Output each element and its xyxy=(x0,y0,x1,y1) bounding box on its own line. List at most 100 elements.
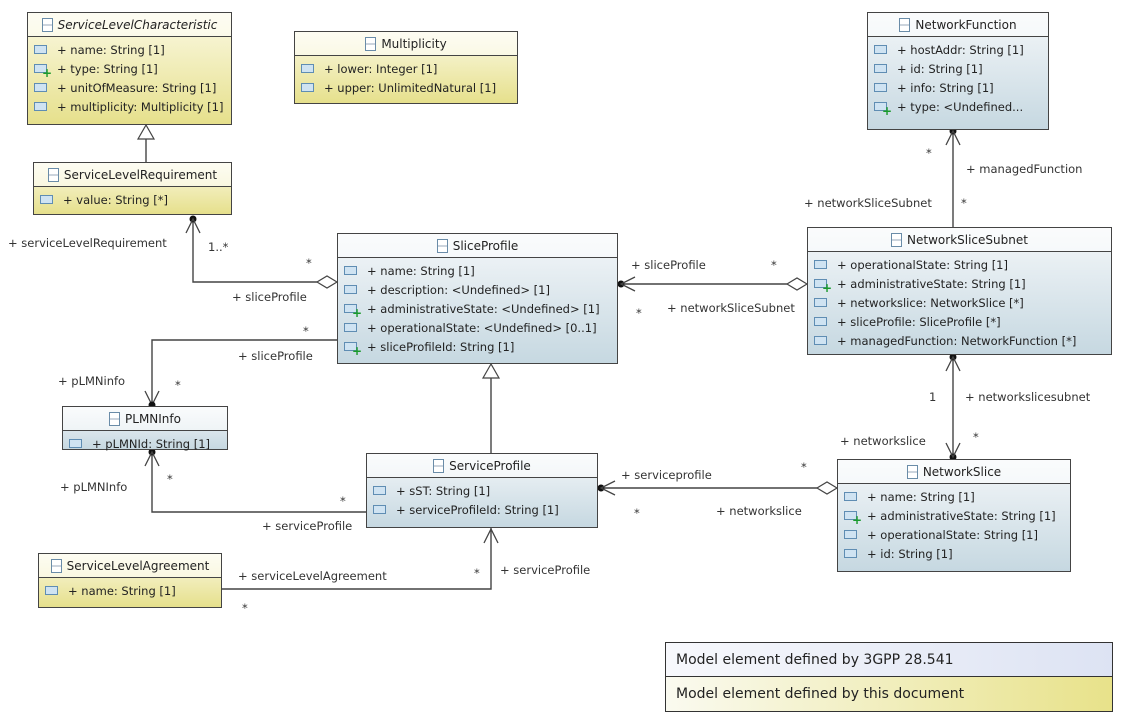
class-header: ServiceProfile xyxy=(367,454,597,478)
attribute-plus-icon xyxy=(344,342,362,357)
attribute[interactable]: + operationalState: String [1] xyxy=(844,525,1070,544)
class-slice-profile[interactable]: SliceProfile + name: String [1] + descript… xyxy=(337,233,618,364)
attribute[interactable]: + operationalState: <Undefined> [0..1] xyxy=(344,318,617,337)
class-name: ServiceLevelRequirement xyxy=(63,167,218,182)
class-name: ServiceLevelAgreement xyxy=(66,558,210,573)
class-icon xyxy=(906,464,918,479)
legend: Model element defined by 3GPP 28.541 Mod… xyxy=(665,642,1113,712)
attribute[interactable]: + pLMNId: String [1] xyxy=(69,434,227,453)
attribute[interactable]: + administrativeState: String [1] xyxy=(844,506,1070,526)
attribute[interactable]: + serviceProfileId: String [1] xyxy=(373,500,597,519)
attribute[interactable]: + networkslice: NetworkSlice [*] xyxy=(814,293,1111,312)
attribute[interactable]: + name: String [1] xyxy=(344,261,617,280)
attribute-plus-icon xyxy=(874,102,892,117)
attribute-text: + managedFunction: NetworkFunction [*] xyxy=(837,333,1077,348)
attribute[interactable]: + name: String [1] xyxy=(34,40,231,59)
attribute-text: + upper: UnlimitedNatural [1] xyxy=(324,80,497,95)
attribute[interactable]: + upper: UnlimitedNatural [1] xyxy=(301,78,517,97)
attribute-text: + sST: String [1] xyxy=(396,483,491,498)
role-label: + networkSliceSubnet xyxy=(804,196,932,210)
attribute-icon xyxy=(814,317,827,326)
attribute-text: + lower: Integer [1] xyxy=(324,61,438,76)
class-header: NetworkSlice xyxy=(838,460,1070,484)
role-label: + networkslicesubnet xyxy=(965,390,1091,404)
attribute[interactable]: + multiplicity: Multiplicity [1] xyxy=(34,97,231,116)
multiplicity-label: * xyxy=(474,566,480,580)
attribute[interactable]: + name: String [1] xyxy=(844,487,1070,506)
attribute[interactable]: + sliceProfileId: String [1] xyxy=(344,337,617,357)
attribute-list: + hostAddr: String [1] + id: String [1] + … xyxy=(868,37,1048,117)
attribute[interactable]: + administrativeState: <Undefined> [1] xyxy=(344,299,617,319)
class-multiplicity[interactable]: Multiplicity + lower: Integer [1] + upper:… xyxy=(294,31,518,104)
attribute-list: + lower: Integer [1] + upper: UnlimitedNa… xyxy=(295,56,517,97)
attribute-text: + name: String [1] xyxy=(68,583,176,598)
attribute[interactable]: + sST: String [1] xyxy=(373,481,597,500)
attribute[interactable]: + unitOfMeasure: String [1] xyxy=(34,78,231,97)
class-header: SliceProfile xyxy=(338,234,617,258)
attribute[interactable]: + managedFunction: NetworkFunction [*] xyxy=(814,331,1111,350)
attribute[interactable]: + type: String [1] xyxy=(34,59,231,79)
multiplicity-label: * xyxy=(636,306,642,320)
attribute-text: + operationalState: String [1] xyxy=(837,257,1008,272)
multiplicity-label: * xyxy=(340,494,346,508)
attribute-text: + operationalState: String [1] xyxy=(867,527,1038,542)
attribute-text: + pLMNId: String [1] xyxy=(92,436,211,451)
attribute-text: + serviceProfileId: String [1] xyxy=(396,502,559,517)
class-service-level-requirement[interactable]: ServiceLevelRequirement + value: String [… xyxy=(33,162,232,215)
class-name: Multiplicity xyxy=(381,36,447,51)
class-service-profile[interactable]: ServiceProfile + sST: String [1] + service… xyxy=(366,453,598,528)
class-network-function[interactable]: NetworkFunction + hostAddr: String [1] + i… xyxy=(867,12,1049,130)
class-network-slice-subnet[interactable]: NetworkSliceSubnet + operationalState: St… xyxy=(807,227,1112,355)
class-service-level-agreement[interactable]: ServiceLevelAgreement + name: String [1] xyxy=(38,553,222,608)
class-plmninfo[interactable]: PLMNInfo + pLMNId: String [1] xyxy=(62,406,228,453)
attribute-list: + name: String [1] + type: String [1] + un… xyxy=(28,37,231,116)
attribute[interactable]: + hostAddr: String [1] xyxy=(874,40,1048,59)
attribute[interactable]: + info: String [1] xyxy=(874,78,1048,97)
class-icon xyxy=(365,36,377,51)
multiplicity-label: * xyxy=(926,146,932,160)
class-header: PLMNInfo xyxy=(63,407,227,431)
class-header: NetworkFunction xyxy=(868,13,1048,37)
attribute-list: + pLMNId: String [1] xyxy=(63,431,227,453)
attribute[interactable]: + description: <Undefined> [1] xyxy=(344,280,617,299)
attribute-text: + sliceProfileId: String [1] xyxy=(367,339,515,354)
attribute[interactable]: + id: String [1] xyxy=(844,544,1070,563)
attribute[interactable]: + lower: Integer [1] xyxy=(301,59,517,78)
class-header: ServiceLevelRequirement xyxy=(34,163,231,187)
attribute[interactable]: + value: String [*] xyxy=(40,190,231,209)
attribute-icon xyxy=(344,323,357,332)
class-icon xyxy=(41,17,53,32)
attribute-icon xyxy=(344,285,357,294)
attribute-text: + description: <Undefined> [1] xyxy=(367,282,550,297)
multiplicity-label: * xyxy=(306,256,312,270)
attribute-text: + id: String [1] xyxy=(897,61,983,76)
attribute-icon xyxy=(301,83,314,92)
legend-this-document-row: Model element defined by this document xyxy=(666,677,1112,711)
class-header: ServiceLevelAgreement xyxy=(39,554,221,578)
role-label: + serviceLevelAgreement xyxy=(238,569,387,583)
attribute-plus-icon xyxy=(814,279,832,294)
attribute[interactable]: + name: String [1] xyxy=(45,581,221,600)
class-icon xyxy=(109,411,121,426)
class-service-level-characteristic[interactable]: ServiceLevelCharacteristic + name: String… xyxy=(27,12,232,125)
attribute-icon xyxy=(69,439,82,448)
multiplicity-label: * xyxy=(961,196,967,210)
attribute-list: + value: String [*] xyxy=(34,187,231,209)
attribute-icon xyxy=(301,64,314,73)
class-network-slice[interactable]: NetworkSlice + name: String [1] + administ… xyxy=(837,459,1071,572)
generalization-triangle xyxy=(481,362,501,379)
attribute-text: + name: String [1] xyxy=(57,42,165,57)
attribute-icon xyxy=(844,530,857,539)
role-label: + pLMNInfo xyxy=(60,480,128,494)
attribute-icon xyxy=(844,492,857,501)
attribute-icon xyxy=(34,45,47,54)
attribute[interactable]: + sliceProfile: SliceProfile [*] xyxy=(814,312,1111,331)
attribute[interactable]: + operationalState: String [1] xyxy=(814,255,1111,274)
attribute-text: + info: String [1] xyxy=(897,80,994,95)
attribute-text: + operationalState: <Undefined> [0..1] xyxy=(367,320,597,335)
class-name: ServiceProfile xyxy=(449,458,531,473)
multiplicity-label: * xyxy=(242,601,248,615)
attribute[interactable]: + administrativeState: String [1] xyxy=(814,274,1111,294)
attribute[interactable]: + id: String [1] xyxy=(874,59,1048,78)
attribute[interactable]: + type: <Undefined... xyxy=(874,97,1048,117)
